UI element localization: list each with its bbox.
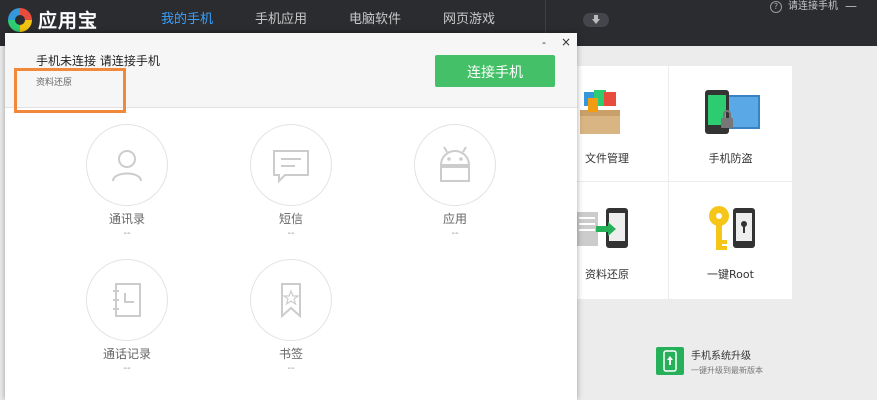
download-icon — [592, 15, 600, 24]
tool-label: 手机防盗 — [708, 152, 753, 165]
restore-item-contacts[interactable]: 通讯录 -- — [85, 124, 169, 239]
app-name: 应用宝 — [38, 10, 99, 32]
item-circle — [86, 124, 168, 206]
call-log-icon — [113, 283, 141, 317]
item-circle — [414, 124, 496, 206]
help-label: 请连接手机 — [788, 1, 838, 12]
tools-grid: 文件管理 手机防盗 资料还原 一键Root — [546, 66, 793, 300]
upgrade-title: 手机系统升级 — [691, 351, 751, 362]
item-circle — [250, 259, 332, 341]
panel-title: 手机未连接 请连接手机 — [36, 54, 160, 68]
connect-phone-button[interactable]: 连接手机 — [435, 55, 555, 87]
restore-icon — [576, 208, 628, 248]
panel-close-button[interactable]: × — [561, 35, 571, 49]
item-count: -- — [123, 228, 131, 239]
restore-item-sms[interactable]: 短信 -- — [249, 124, 333, 239]
item-label: 通话记录 — [102, 347, 151, 361]
download-button[interactable] — [583, 13, 609, 27]
system-upgrade-link[interactable]: 手机系统升级 一键升级到最新版本 — [656, 347, 763, 376]
app-logo[interactable]: 应用宝 — [8, 6, 98, 33]
item-count: -- — [123, 363, 131, 374]
item-count: -- — [451, 228, 459, 239]
key-icon — [709, 206, 755, 250]
highlight-box — [14, 68, 126, 113]
item-count: -- — [287, 228, 295, 239]
item-circle — [86, 259, 168, 341]
item-circle — [250, 124, 332, 206]
bookmark-icon — [281, 283, 301, 319]
item-label: 应用 — [442, 212, 467, 226]
tool-label: 一键Root — [707, 268, 754, 281]
sms-icon — [273, 150, 309, 184]
item-label: 短信 — [278, 212, 303, 226]
restore-item-call-log[interactable]: 通话记录 -- — [85, 259, 169, 374]
android-icon — [439, 146, 471, 182]
contacts-icon — [112, 150, 142, 182]
tool-anti-theft[interactable]: 手机防盗 — [669, 66, 793, 182]
restore-item-bookmarks[interactable]: 书签 -- — [249, 259, 333, 374]
item-count: -- — [287, 363, 295, 374]
upgrade-subtitle: 一键升级到最新版本 — [691, 366, 763, 375]
window-minimize-button[interactable]: — — [845, 0, 857, 12]
restore-item-apps[interactable]: 应用 -- — [413, 124, 497, 239]
file-box-icon — [580, 90, 620, 134]
help-icon: ? — [770, 1, 782, 13]
tool-one-key-root[interactable]: 一键Root — [669, 182, 793, 300]
item-label: 通讯录 — [108, 212, 145, 226]
upgrade-phone-icon — [656, 347, 684, 375]
phone-lock-icon — [705, 90, 760, 134]
connect-phone-help[interactable]: ? 请连接手机 — [770, 0, 838, 14]
logo-icon — [8, 7, 32, 32]
panel-minimize-button[interactable]: - — [542, 36, 546, 49]
item-label: 书签 — [278, 347, 303, 361]
